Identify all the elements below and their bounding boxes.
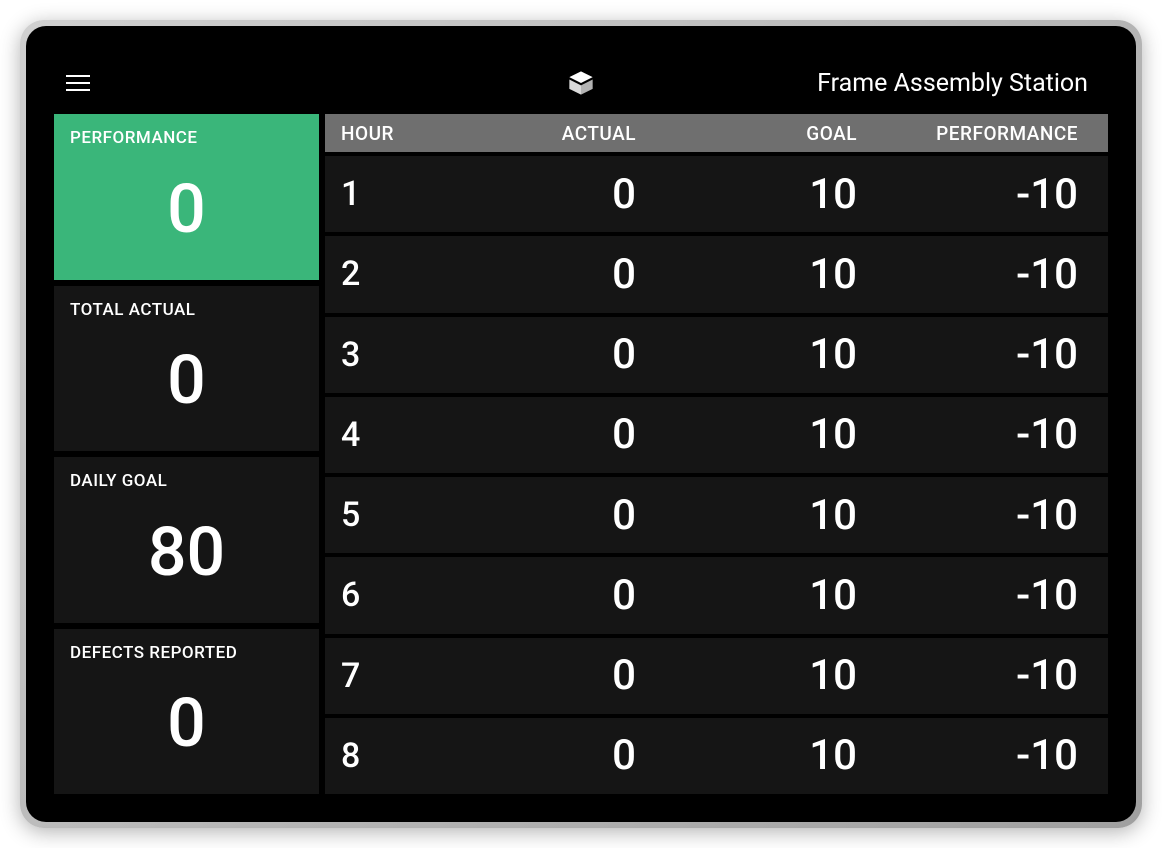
actual-cell: 0 [445,731,666,780]
performance-cell: -10 [887,330,1108,379]
table-row[interactable]: 8 0 10 -10 [325,718,1108,794]
performance-cell: -10 [887,170,1108,219]
hour-cell: 1 [325,174,445,214]
defects-card[interactable]: DEFECTS REPORTED 0 [54,629,319,795]
header-bar: Frame Assembly Station [54,54,1108,114]
actual-cell: 0 [445,250,666,299]
total-actual-label: TOTAL ACTUAL [70,300,303,320]
performance-card[interactable]: PERFORMANCE 0 [54,114,319,280]
actual-cell: 0 [445,410,666,459]
hour-cell: 4 [325,415,445,455]
table-row[interactable]: 3 0 10 -10 [325,317,1108,393]
performance-cell: -10 [887,731,1108,780]
tablet-device-frame: Frame Assembly Station PERFORMANCE 0 TOT… [20,20,1142,828]
defects-label: DEFECTS REPORTED [70,643,303,663]
hamburger-icon [66,75,90,77]
actual-cell: 0 [445,491,666,540]
goal-cell: 10 [666,410,887,459]
defects-value: 0 [70,663,303,785]
goal-cell: 10 [666,731,887,780]
hour-cell: 8 [325,736,445,776]
table-row[interactable]: 7 0 10 -10 [325,638,1108,714]
actual-cell: 0 [445,571,666,620]
performance-cell: -10 [887,491,1108,540]
goal-cell: 10 [666,491,887,540]
table-body: 1 0 10 -10 2 0 10 -10 3 [325,156,1108,794]
performance-cell: -10 [887,651,1108,700]
goal-cell: 10 [666,571,887,620]
daily-goal-value: 80 [70,491,303,613]
actual-cell: 0 [445,651,666,700]
hamburger-icon [66,82,90,84]
table-header-row: HOUR ACTUAL GOAL PERFORMANCE [325,114,1108,152]
total-actual-card[interactable]: TOTAL ACTUAL 0 [54,286,319,452]
menu-button[interactable] [66,67,98,99]
performance-cell: -10 [887,410,1108,459]
station-title: Frame Assembly Station [817,69,1088,98]
performance-header: PERFORMANCE [887,122,1108,145]
table-row[interactable]: 6 0 10 -10 [325,557,1108,633]
hamburger-icon [66,89,90,91]
hour-header: HOUR [325,122,445,145]
table-row[interactable]: 1 0 10 -10 [325,156,1108,232]
performance-value: 0 [70,148,303,270]
hour-cell: 5 [325,495,445,535]
goal-cell: 10 [666,250,887,299]
main-content: PERFORMANCE 0 TOTAL ACTUAL 0 DAILY GOAL … [54,114,1108,794]
actual-cell: 0 [445,330,666,379]
hour-cell: 3 [325,335,445,375]
actual-header: ACTUAL [445,122,666,145]
stats-sidebar: PERFORMANCE 0 TOTAL ACTUAL 0 DAILY GOAL … [54,114,319,794]
app-logo-icon [567,69,595,97]
hour-cell: 7 [325,656,445,696]
table-row[interactable]: 4 0 10 -10 [325,397,1108,473]
daily-goal-card[interactable]: DAILY GOAL 80 [54,457,319,623]
hourly-table: HOUR ACTUAL GOAL PERFORMANCE 1 0 10 -10 [325,114,1108,794]
performance-label: PERFORMANCE [70,128,303,148]
performance-cell: -10 [887,250,1108,299]
tablet-bezel: Frame Assembly Station PERFORMANCE 0 TOT… [26,26,1136,822]
goal-cell: 10 [666,651,887,700]
goal-cell: 10 [666,330,887,379]
total-actual-value: 0 [70,320,303,442]
goal-cell: 10 [666,170,887,219]
goal-header: GOAL [666,122,887,145]
actual-cell: 0 [445,170,666,219]
hour-cell: 6 [325,575,445,615]
hour-cell: 2 [325,254,445,294]
screen: Frame Assembly Station PERFORMANCE 0 TOT… [54,54,1108,794]
performance-cell: -10 [887,571,1108,620]
table-row[interactable]: 5 0 10 -10 [325,477,1108,553]
daily-goal-label: DAILY GOAL [70,471,303,491]
table-row[interactable]: 2 0 10 -10 [325,236,1108,312]
